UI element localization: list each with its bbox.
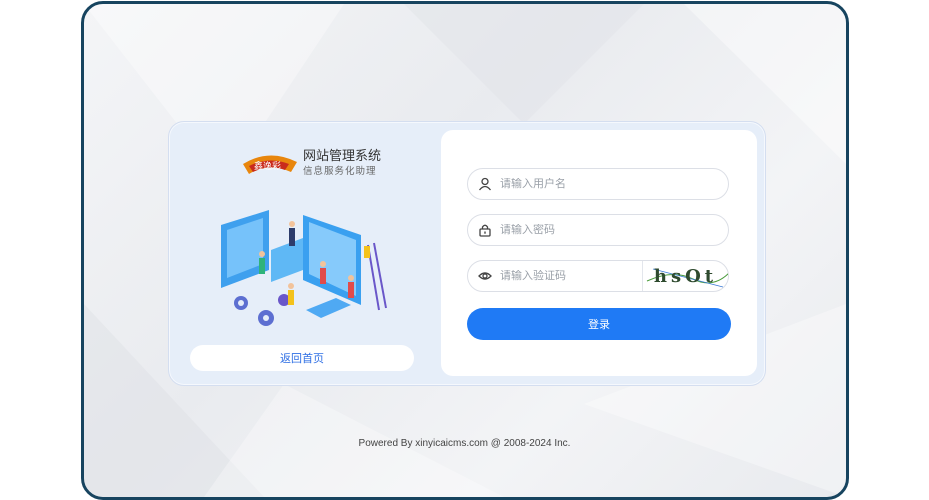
login-button[interactable]: 登录 <box>467 308 731 340</box>
eye-icon <box>478 269 492 283</box>
page-frame: 鑫逸彩 网站管理系统 信息服务化助理 返回首页 请输入用户名 请输入验证码 hs… <box>81 1 849 500</box>
dashboard-illustration <box>221 210 387 326</box>
user-icon <box>478 177 492 191</box>
left-panel: 鑫逸彩 网站管理系统 信息服务化助理 返回首页 <box>169 122 439 385</box>
system-name: 网站管理系统 <box>303 148 382 163</box>
username-input[interactable] <box>500 178 728 190</box>
password-input[interactable] <box>500 224 728 236</box>
brand-logo: 鑫逸彩 网站管理系统 信息服务化助理 <box>241 148 381 177</box>
footer-copyright: Powered By xinyicaicms.com @ 2008-2024 I… <box>358 438 571 449</box>
logo-text: 鑫逸彩 <box>254 160 281 172</box>
lock-icon <box>478 223 492 237</box>
captcha-text: hsOt <box>653 265 718 287</box>
logo-fan-icon: 鑫逸彩 <box>243 154 297 174</box>
username-field[interactable] <box>467 168 729 200</box>
system-subtitle: 信息服务化助理 <box>303 166 377 177</box>
captcha-field[interactable]: hsOt <box>467 260 729 292</box>
captcha-input[interactable] <box>500 270 642 282</box>
back-home-button[interactable]: 返回首页 <box>190 345 414 371</box>
password-field[interactable] <box>467 214 729 246</box>
captcha-image[interactable]: hsOt <box>642 261 728 291</box>
logo-mark: 鑫逸彩 <box>241 150 299 176</box>
login-form: hsOt 登录 <box>441 130 757 376</box>
login-card: 鑫逸彩 网站管理系统 信息服务化助理 返回首页 请输入用户名 请输入验证码 hs… <box>168 121 766 386</box>
